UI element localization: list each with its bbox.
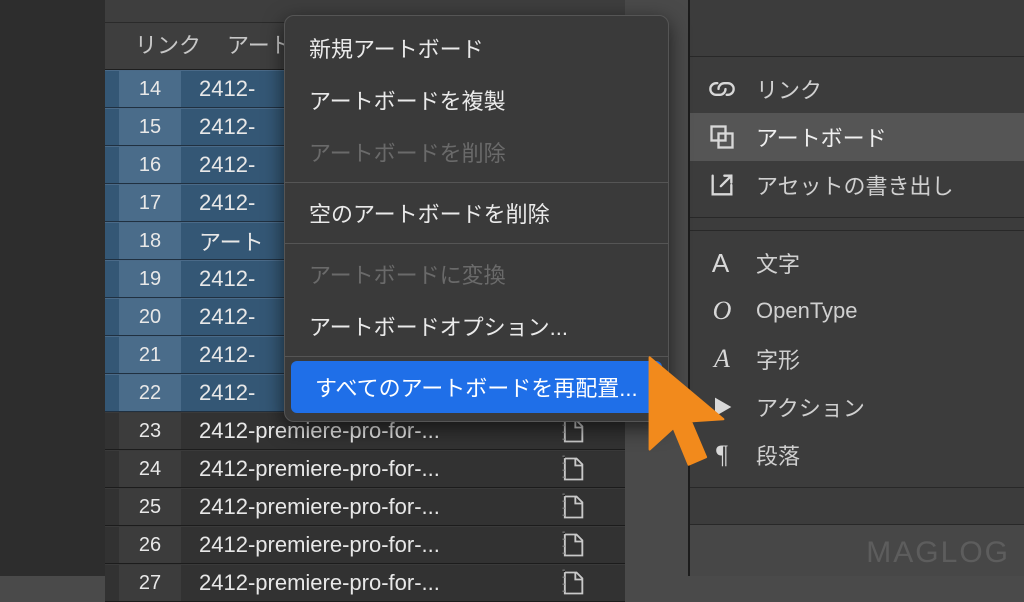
dock-item-links[interactable]: リンク <box>690 65 1024 113</box>
menu-artboard-options[interactable]: アートボードオプション... <box>285 300 668 352</box>
artboard-page-icon <box>559 569 587 597</box>
artboard-icon <box>708 123 736 151</box>
artboard-row[interactable]: 25 2412-premiere-pro-for-... <box>105 488 625 526</box>
artboard-row-number: 15 <box>119 109 181 145</box>
dock-item-label: アートボード <box>756 121 887 153</box>
cursor-arrow-overlay <box>638 352 748 482</box>
artboard-row-number: 21 <box>119 337 181 373</box>
watermark: MAGLOG <box>866 536 1010 570</box>
artboard-row-name: 2412-premiere-pro-for-... <box>199 494 559 520</box>
dock-item-label: リンク <box>756 73 822 105</box>
menu-convert-to-artboard: アートボードに変換 <box>285 248 668 300</box>
right-dock: リンク アートボード アセットの書き出し A 文字 O OpenType A 字… <box>688 0 1024 576</box>
artboard-row[interactable]: 24 2412-premiere-pro-for-... <box>105 450 625 488</box>
dock-item-character[interactable]: A 文字 <box>690 239 1024 287</box>
menu-new-artboard[interactable]: 新規アートボード <box>285 22 668 74</box>
export-icon <box>708 171 736 199</box>
artboard-page-icon <box>559 455 587 483</box>
tab-link[interactable]: リンク <box>127 18 219 74</box>
artboard-row[interactable]: 26 2412-premiere-pro-for-... <box>105 526 625 564</box>
dock-item-label: アセットの書き出し <box>756 169 954 201</box>
artboard-row-number: 22 <box>119 375 181 411</box>
menu-delete-empty-artboards[interactable]: 空のアートボードを削除 <box>285 187 668 239</box>
dock-group-assets: リンク アートボード アセットの書き出し <box>690 56 1024 218</box>
artboard-row-number: 19 <box>119 261 181 297</box>
dock-item-label: アクション <box>756 391 865 423</box>
dock-item-asset-export[interactable]: アセットの書き出し <box>690 161 1024 209</box>
artboard-row-name: 2412-premiere-pro-for-... <box>199 456 559 482</box>
artboard-row-number: 18 <box>119 223 181 259</box>
artboard-row-number: 24 <box>119 451 181 487</box>
artboard-row-number: 14 <box>119 71 181 107</box>
menu-rearrange-all-artboards[interactable]: すべてのアートボードを再配置... <box>291 361 662 413</box>
artboard-page-icon <box>559 493 587 521</box>
dock-item-label: 文字 <box>756 247 800 279</box>
artboard-row-number: 27 <box>119 565 181 601</box>
artboard-page-icon <box>559 531 587 559</box>
menu-separator <box>285 182 668 183</box>
menu-separator <box>285 243 668 244</box>
link-icon <box>708 75 736 103</box>
artboard-row-number: 25 <box>119 489 181 525</box>
artboard-row-number: 23 <box>119 413 181 449</box>
dock-item-artboards[interactable]: アートボード <box>690 113 1024 161</box>
artboard-row-name: 2412-premiere-pro-for-... <box>199 532 559 558</box>
artboard-row[interactable]: 27 2412-premiere-pro-for-... <box>105 564 625 602</box>
dock-item-label: 字形 <box>756 343 800 375</box>
opentype-icon: O <box>708 297 736 325</box>
menu-duplicate-artboard[interactable]: アートボードを複製 <box>285 74 668 126</box>
left-edge-strip <box>0 0 105 576</box>
dock-item-opentype[interactable]: O OpenType <box>690 287 1024 335</box>
artboard-row-name: 2412-premiere-pro-for-... <box>199 570 559 596</box>
character-icon: A <box>708 249 736 277</box>
artboard-row-number: 26 <box>119 527 181 563</box>
artboard-row-number: 17 <box>119 185 181 221</box>
menu-separator <box>285 356 668 357</box>
dock-item-label: OpenType <box>756 298 858 324</box>
artboard-row-number: 16 <box>119 147 181 183</box>
dock-item-label: 段落 <box>756 439 800 471</box>
artboard-row-number: 20 <box>119 299 181 335</box>
menu-delete-artboard: アートボードを削除 <box>285 126 668 178</box>
context-menu: 新規アートボード アートボードを複製 アートボードを削除 空のアートボードを削除… <box>284 15 669 422</box>
